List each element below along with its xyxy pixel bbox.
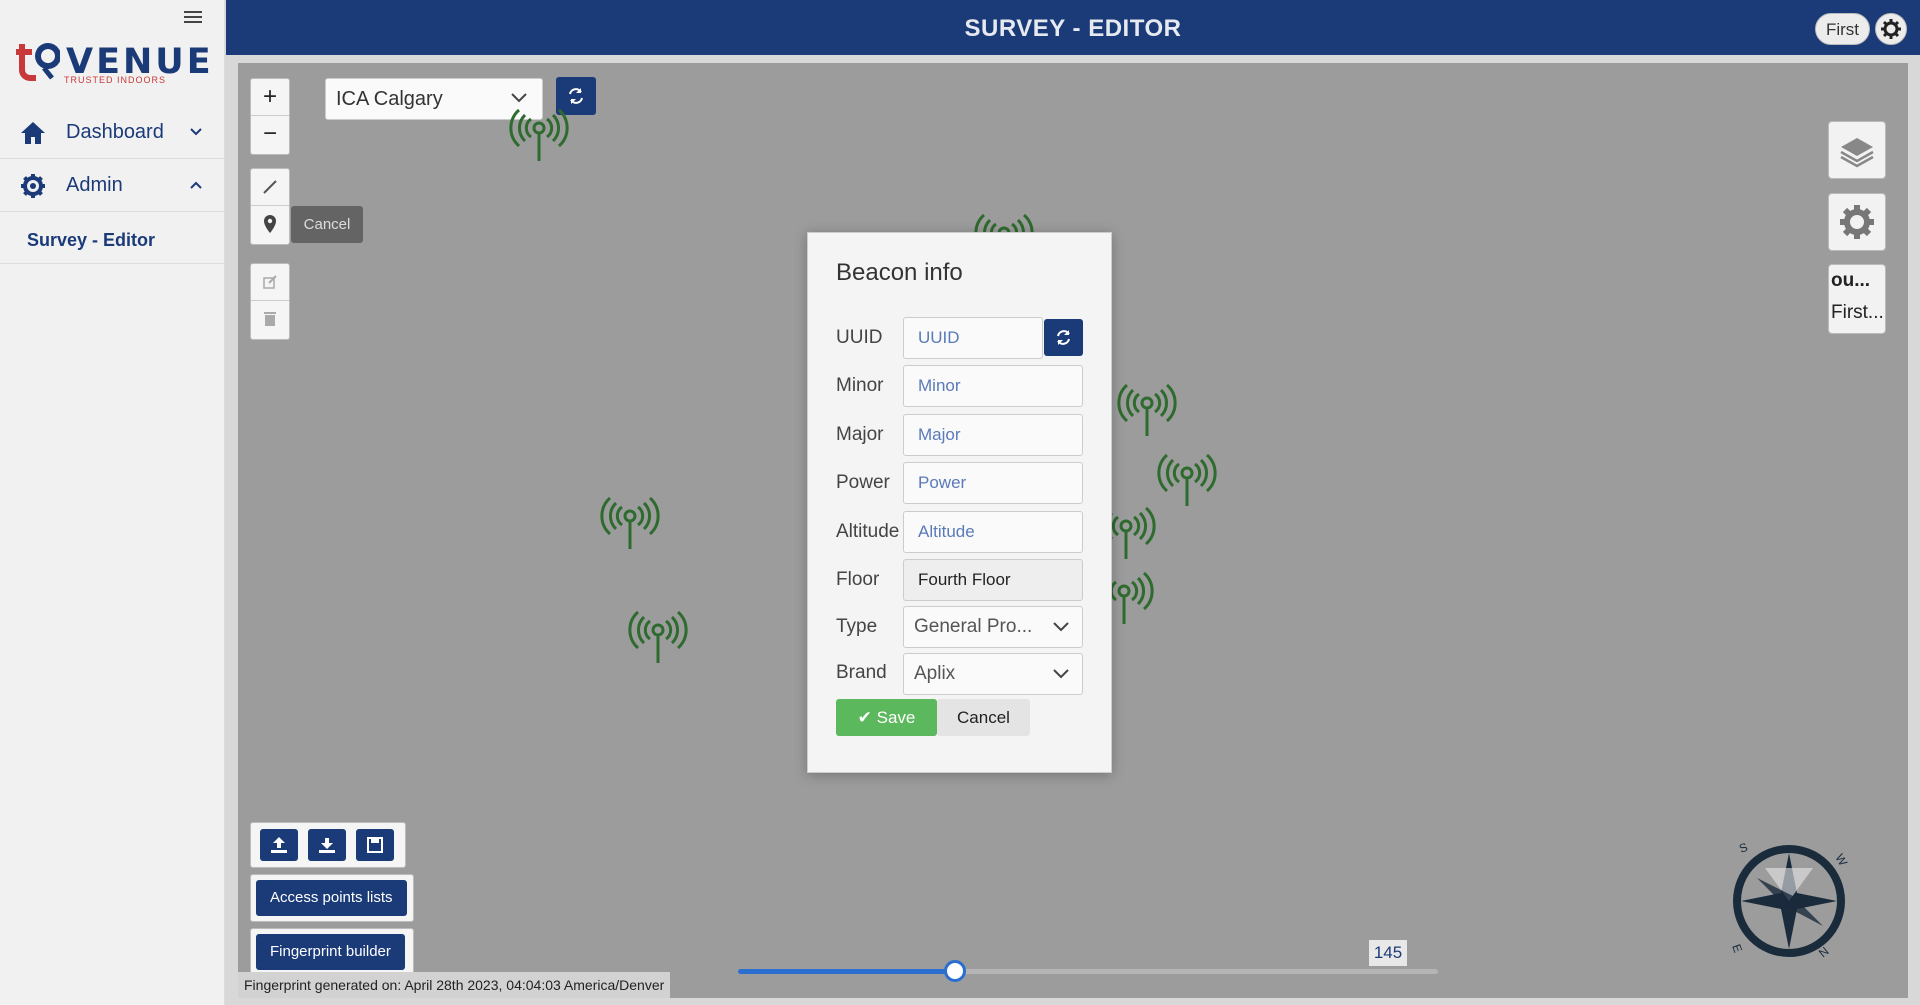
type-select[interactable]: General Pro...	[903, 606, 1083, 648]
map-settings-button[interactable]	[1828, 193, 1886, 251]
fingerprint-box: Fingerprint builder	[250, 928, 414, 976]
user-menu-button[interactable]: First	[1814, 13, 1870, 45]
generate-uuid-button[interactable]	[1044, 319, 1083, 356]
chevron-down-icon	[1053, 669, 1069, 679]
layer-item[interactable]: First...	[1829, 297, 1885, 329]
major-label: Major	[836, 424, 884, 445]
zoom-control: + −	[250, 78, 290, 155]
floor-label: Floor	[836, 569, 880, 590]
save-map-button[interactable]	[356, 829, 394, 861]
cancel-button[interactable]: Cancel	[937, 699, 1030, 736]
beacon-marker-icon[interactable]	[1155, 448, 1219, 508]
compass-letter: W	[1832, 852, 1850, 869]
chevron-up-icon	[190, 181, 202, 189]
download-icon	[319, 838, 335, 853]
layer-list: ou... First...	[1828, 264, 1886, 334]
beacon-marker-icon[interactable]	[598, 491, 662, 551]
sidebar-item-admin[interactable]: Admin	[0, 160, 225, 212]
gear-icon	[21, 174, 45, 198]
save-button[interactable]: ✔ Save	[836, 699, 937, 736]
edit-layers-button[interactable]	[251, 264, 289, 301]
compass-letter: S	[1737, 840, 1749, 856]
altitude-field[interactable]	[903, 511, 1083, 553]
fingerprint-status-text: Fingerprint generated on: April 28th 202…	[238, 972, 671, 998]
sidebar-item-label: Survey - Editor	[27, 230, 156, 250]
slider-fill	[738, 969, 955, 974]
venue-select-value: ICA Calgary	[336, 88, 443, 110]
sidebar-item-label: Admin	[66, 174, 123, 196]
altitude-label: Altitude	[836, 521, 900, 542]
logo-tagline: TRUSTED INDOORS	[64, 75, 167, 85]
uuid-field[interactable]	[903, 317, 1043, 359]
save-button-label: Save	[876, 708, 916, 727]
top-header: SURVEY - EDITOR First	[226, 0, 1920, 55]
brand-label: Brand	[836, 662, 887, 683]
dialog-title: Beacon info	[836, 259, 963, 286]
edit-toolbar	[250, 263, 290, 340]
floor-field	[903, 559, 1083, 601]
edit-icon	[263, 275, 277, 289]
draw-marker-button[interactable]	[251, 206, 289, 243]
type-label: Type	[836, 616, 878, 637]
uuid-label: UUID	[836, 327, 883, 348]
slider-thumb[interactable]	[944, 960, 966, 982]
compass-rose-icon: S W N E	[1729, 840, 1850, 960]
layer-item[interactable]: ou...	[1829, 265, 1885, 297]
floppy-disk-icon	[367, 837, 383, 853]
zoom-in-button[interactable]: +	[251, 79, 289, 116]
access-points-box: Access points lists	[250, 874, 414, 922]
sidebar-item-label: Dashboard	[66, 121, 164, 143]
beacon-marker-icon[interactable]	[626, 605, 690, 665]
slider-value: 145	[1369, 940, 1407, 966]
upload-button[interactable]	[260, 829, 298, 861]
gear-icon	[1881, 19, 1901, 39]
chevron-down-icon	[190, 128, 202, 136]
delete-layers-button[interactable]	[251, 301, 289, 338]
trash-icon	[264, 312, 276, 326]
sidebar-item-dashboard[interactable]: Dashboard	[0, 107, 225, 159]
fingerprint-builder-button[interactable]: Fingerprint builder	[256, 934, 405, 970]
draw-toolbar	[250, 168, 290, 245]
power-field[interactable]	[903, 462, 1083, 504]
minor-label: Minor	[836, 375, 884, 396]
page-title: SURVEY - EDITOR	[964, 15, 1182, 42]
power-label: Power	[836, 472, 890, 493]
gear-icon	[1840, 205, 1874, 239]
brand-select-value: Aplix	[914, 663, 956, 684]
minor-field[interactable]	[903, 365, 1083, 407]
beacon-info-dialog: Beacon info UUID Minor Major Power Altit…	[807, 232, 1112, 773]
compass-letter: E	[1729, 942, 1745, 954]
type-select-value: General Pro...	[914, 616, 1033, 637]
pencil-line-icon	[263, 180, 277, 194]
level-slider[interactable]	[738, 960, 1438, 982]
logo: VENUE TRUSTED INDOORS	[14, 38, 211, 86]
map-marker-icon	[264, 215, 276, 233]
beacon-marker-icon[interactable]	[507, 103, 571, 163]
compass-letter: N	[1816, 944, 1832, 960]
refresh-icon	[1057, 330, 1070, 345]
cancel-draw-button[interactable]: Cancel	[291, 206, 363, 243]
download-button[interactable]	[308, 829, 346, 861]
import-export-toolbar	[250, 822, 406, 868]
beacon-marker-icon[interactable]	[1115, 378, 1179, 438]
major-field[interactable]	[903, 414, 1083, 456]
sidebar: VENUE TRUSTED INDOORS Dashboard Admin Su…	[0, 0, 225, 1005]
home-icon	[21, 122, 45, 144]
chevron-down-icon	[1053, 622, 1069, 632]
brand-select[interactable]: Aplix	[903, 653, 1083, 695]
layers-icon	[1840, 138, 1874, 168]
access-points-lists-button[interactable]: Access points lists	[256, 880, 407, 916]
check-icon: ✔	[857, 708, 877, 727]
sidebar-item-survey-editor[interactable]: Survey - Editor	[0, 214, 225, 264]
zoom-out-button[interactable]: −	[251, 116, 289, 153]
settings-button[interactable]	[1875, 13, 1907, 45]
hamburger-menu-icon[interactable]	[184, 8, 202, 24]
draw-line-button[interactable]	[251, 169, 289, 206]
layers-button[interactable]	[1828, 121, 1886, 179]
upload-icon	[271, 837, 287, 853]
